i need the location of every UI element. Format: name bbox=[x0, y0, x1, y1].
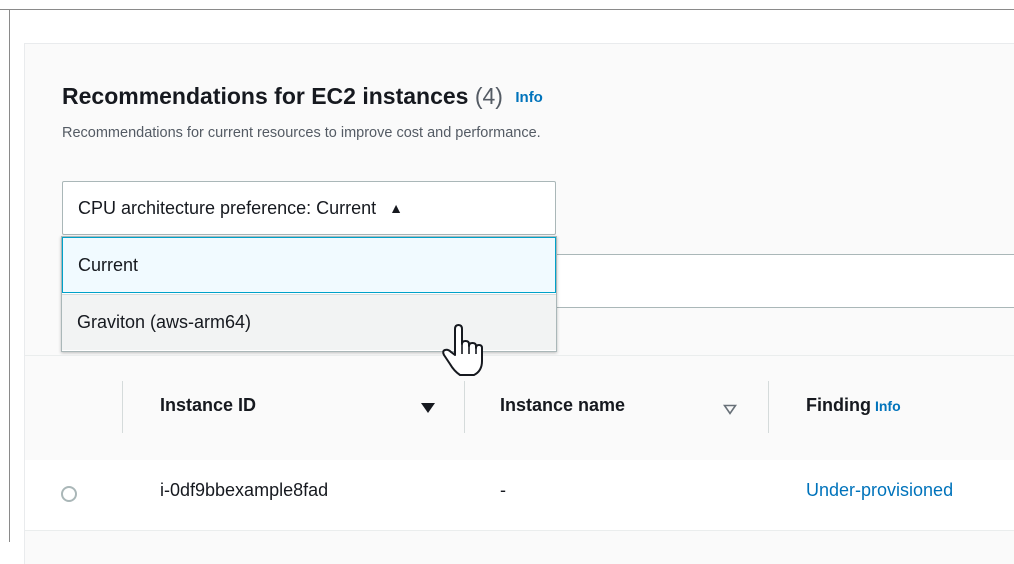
search-input[interactable] bbox=[556, 254, 1014, 308]
finding-info-link[interactable]: Info bbox=[875, 398, 901, 414]
column-header-finding[interactable]: Finding Info bbox=[806, 395, 901, 416]
column-divider bbox=[464, 381, 465, 433]
caret-up-icon: ▲ bbox=[389, 200, 403, 216]
column-header-instance-name[interactable]: Instance name bbox=[500, 395, 625, 416]
option-current[interactable]: Current bbox=[62, 237, 556, 293]
page-title-text: Recommendations for EC2 instances bbox=[62, 83, 469, 109]
instance-name-cell: - bbox=[500, 480, 506, 500]
page-title: Recommendations for EC2 instances (4) In… bbox=[62, 83, 543, 110]
option-label: Current bbox=[78, 254, 139, 275]
column-header-label: Finding bbox=[806, 395, 871, 415]
column-header-instance-id[interactable]: Instance ID bbox=[160, 395, 256, 416]
select-label: CPU architecture preference: Current bbox=[78, 197, 377, 218]
sort-descending-icon[interactable] bbox=[420, 402, 436, 414]
option-label: Graviton (aws-arm64) bbox=[77, 312, 252, 332]
hand-pointer-cursor-icon bbox=[442, 324, 483, 376]
frame-left-border bbox=[9, 9, 10, 542]
sort-unsorted-icon[interactable] bbox=[723, 404, 737, 415]
column-divider bbox=[768, 381, 769, 433]
column-divider bbox=[122, 381, 123, 433]
column-header-label: Instance name bbox=[500, 395, 626, 415]
cpu-architecture-select[interactable]: CPU architecture preference: Current ▲ bbox=[62, 181, 556, 235]
instance-id-cell: i-0df9bbexample8fad bbox=[160, 480, 329, 500]
resource-count: (4) bbox=[474, 83, 503, 109]
info-link[interactable]: Info bbox=[515, 89, 543, 106]
finding-link[interactable]: Under-provisioned bbox=[806, 480, 953, 501]
column-header-label: Instance ID bbox=[160, 395, 257, 415]
row-select-radio[interactable] bbox=[61, 486, 77, 502]
frame-top-border bbox=[0, 9, 1014, 10]
page-description: Recommendations for current resources to… bbox=[62, 125, 541, 141]
